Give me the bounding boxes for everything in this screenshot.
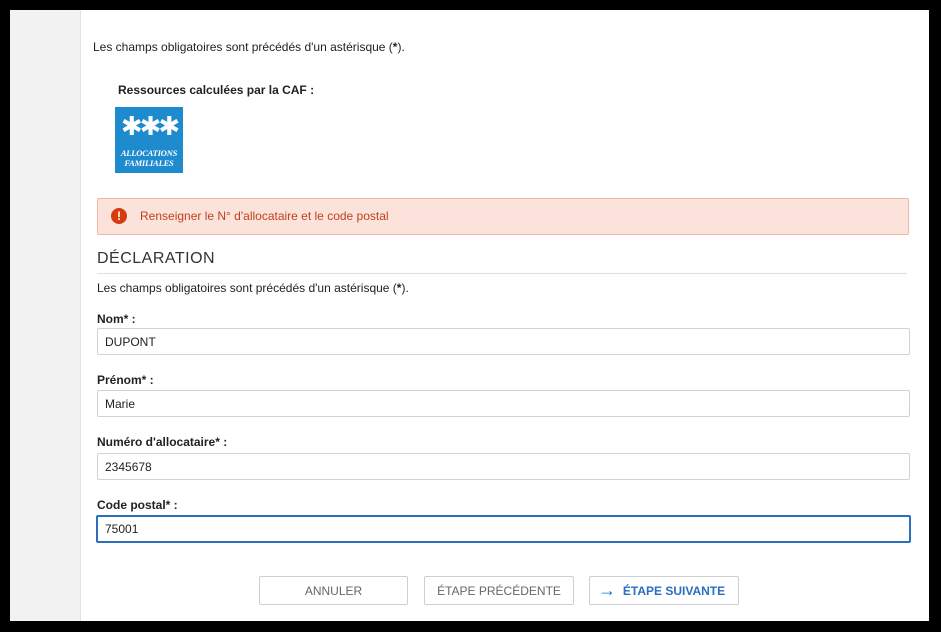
window-frame: Les champs obligatoires sont précédés d'… — [10, 10, 929, 621]
nom-label: Nom* : — [97, 312, 136, 326]
logo-line1: ALLOCATIONS — [120, 148, 178, 158]
prenom-label: Prénom* : — [97, 373, 154, 387]
code-postal-input[interactable] — [96, 515, 911, 543]
numero-label: Numéro d'allocataire* : — [97, 435, 228, 449]
numero-allocataire-input[interactable] — [97, 453, 910, 480]
code-postal-label: Code postal* : — [97, 498, 178, 512]
cancel-label: ANNULER — [304, 584, 363, 598]
alert-message: Renseigner le N° d'allocataire et le cod… — [140, 209, 389, 223]
logo-line2: FAMILIALES — [124, 158, 174, 168]
previous-step-button[interactable]: ÉTAPE PRÉCÉDENTE — [424, 576, 574, 605]
intro-end: ). — [397, 40, 405, 54]
intro-note: Les champs obligatoires sont précédés d'… — [93, 40, 405, 54]
required-end: ). — [401, 281, 409, 295]
arrow-right-icon: → — [598, 580, 616, 600]
section-title: DÉCLARATION — [97, 250, 907, 274]
error-alert: ! Renseigner le N° d'allocataire et le c… — [97, 198, 909, 235]
next-label: ÉTAPE SUIVANTE — [622, 584, 726, 598]
required-note: Les champs obligatoires sont précédés d'… — [97, 281, 409, 295]
nom-input[interactable] — [97, 328, 910, 355]
caf-figures-icon: ✱✱✱ — [120, 111, 180, 141]
caf-logo: ✱✱✱ ALLOCATIONS FAMILIALES — [115, 107, 183, 173]
resources-title: Ressources calculées par la CAF : — [118, 83, 315, 97]
exclamation-icon: ! — [111, 208, 127, 224]
required-text: Les champs obligatoires sont précédés d'… — [97, 281, 397, 295]
next-step-button[interactable]: → ÉTAPE SUIVANTE — [589, 576, 739, 605]
form-panel: Les champs obligatoires sont précédés d'… — [80, 10, 929, 621]
previous-label: ÉTAPE PRÉCÉDENTE — [437, 584, 561, 598]
prenom-input[interactable] — [97, 390, 910, 417]
intro-text: Les champs obligatoires sont précédés d'… — [93, 40, 393, 54]
cancel-button[interactable]: ANNULER — [259, 576, 408, 605]
